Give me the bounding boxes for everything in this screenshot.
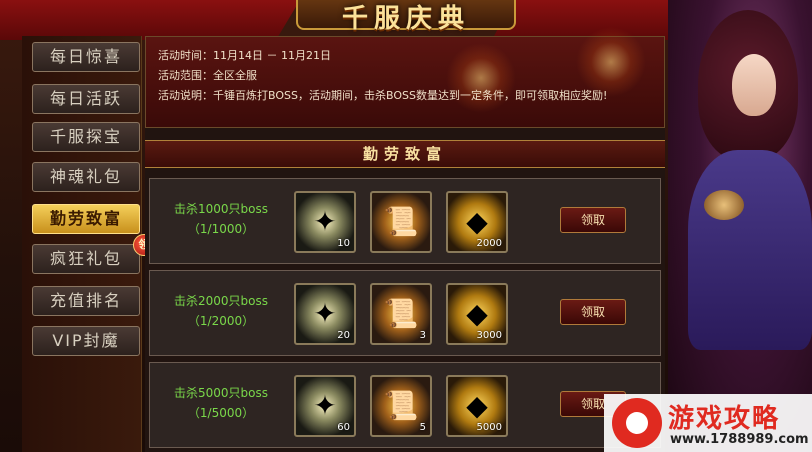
site-logo: 游戏攻略 www.1788989.com xyxy=(604,394,812,452)
sidebar-item-soul-pack[interactable]: 神魂礼包 xyxy=(32,162,140,192)
sidebar-item-crazy-pack[interactable]: 疯狂礼包 xyxy=(32,244,140,274)
reward-goal: 击杀5000只boss xyxy=(173,386,268,400)
item-count: 60 xyxy=(337,422,350,433)
sidebar: 每日惊喜 每日活跃 千服探宝 神魂礼包 勤劳致富 疯狂礼包 充值排名 VIP封魔 xyxy=(22,36,142,452)
sidebar-item-daily-surprise[interactable]: 每日惊喜 xyxy=(32,42,140,72)
sidebar-item-hard-work[interactable]: 勤劳致富 xyxy=(32,204,140,234)
reward-slot[interactable]: 📜 5 xyxy=(370,375,432,437)
portrait-ornament xyxy=(704,190,744,220)
item-count: 5 xyxy=(419,422,426,433)
scroll-icon: 📜 xyxy=(383,205,419,238)
item-count: 10 xyxy=(337,238,350,249)
reward-slot[interactable]: ◆ 2000 xyxy=(446,191,508,253)
logo-text: 游戏攻略 xyxy=(668,404,781,434)
item-count: 5000 xyxy=(476,422,502,433)
event-info: 活动时间：11月14日 － 11月21日 活动范围：全区全服 活动说明：千锤百炼… xyxy=(145,27,665,128)
reward-goal-group: 击杀2000只boss （1/2000） xyxy=(156,291,286,331)
event-description: 活动说明：千锤百炼打BOSS，活动期间，击杀BOSS数量达到一定条件，即可领取相… xyxy=(158,89,608,102)
reward-row: 击杀2000只boss （1/2000） ✦ 20 📜 3 ◆ 3000 领取 xyxy=(149,270,661,356)
reward-slot[interactable]: 📜 xyxy=(370,191,432,253)
reward-progress: （1/1000） xyxy=(187,222,255,236)
reward-slot[interactable]: ◆ 3000 xyxy=(446,283,508,345)
item-count: 20 xyxy=(337,330,350,341)
window-title: 千服庆典 xyxy=(341,4,470,34)
sidebar-item-treasure-hunt[interactable]: 千服探宝 xyxy=(32,122,140,152)
title-banner-left xyxy=(0,0,300,40)
title-plate: 千服庆典 xyxy=(296,0,516,34)
item-count: 3000 xyxy=(476,330,502,341)
reward-goal: 击杀2000只boss xyxy=(173,294,268,308)
reward-goal-group: 击杀5000只boss （1/5000） xyxy=(156,383,286,423)
section-title: 勤劳致富 xyxy=(362,145,447,163)
reward-slot[interactable]: ✦ 20 xyxy=(294,283,356,345)
reward-goal-group: 击杀1000只boss （1/1000） xyxy=(156,199,286,239)
portrait-face xyxy=(732,54,776,116)
reward-progress: （1/5000） xyxy=(187,406,255,420)
claim-button[interactable]: 领取 xyxy=(560,299,626,325)
section-header: 勤劳致富 xyxy=(145,140,665,168)
reward-row: 击杀1000只boss （1/1000） ✦ 10 📜 ◆ 2000 领取 xyxy=(149,178,661,264)
claim-button[interactable]: 领取 xyxy=(560,207,626,233)
logo-url: www.1788989.com xyxy=(670,432,809,447)
main-panel: 活动时间：11月14日 － 11月21日 活动范围：全区全服 活动说明：千锤百炼… xyxy=(145,27,665,452)
game-window: 千服庆典 ✕ 每日惊喜 每日活跃 千服探宝 神魂礼包 勤劳致富 疯狂礼包 充值排… xyxy=(0,0,812,452)
reward-slot[interactable]: ✦ 10 xyxy=(294,191,356,253)
reward-slot[interactable]: ✦ 60 xyxy=(294,375,356,437)
sidebar-item-daily-active[interactable]: 每日活跃 xyxy=(32,84,140,114)
reward-slot[interactable]: ◆ 5000 xyxy=(446,375,508,437)
sidebar-item-recharge-rank[interactable]: 充值排名 xyxy=(32,286,140,316)
logo-mark-icon xyxy=(612,398,662,448)
event-time: 活动时间：11月14日 － 11月21日 xyxy=(158,49,331,62)
reward-slot[interactable]: 📜 3 xyxy=(370,283,432,345)
reward-goal: 击杀1000只boss xyxy=(173,202,268,216)
reward-row: 击杀5000只boss （1/5000） ✦ 60 📜 5 ◆ 5000 领取 xyxy=(149,362,661,448)
character-portrait xyxy=(668,0,812,452)
item-count: 3 xyxy=(419,330,426,341)
portrait-dress xyxy=(688,150,812,350)
item-count: 2000 xyxy=(476,238,502,249)
event-scope: 活动范围：全区全服 xyxy=(158,69,257,82)
sidebar-item-vip-seal[interactable]: VIP封魔 xyxy=(32,326,140,356)
reward-progress: （1/2000） xyxy=(187,314,255,328)
